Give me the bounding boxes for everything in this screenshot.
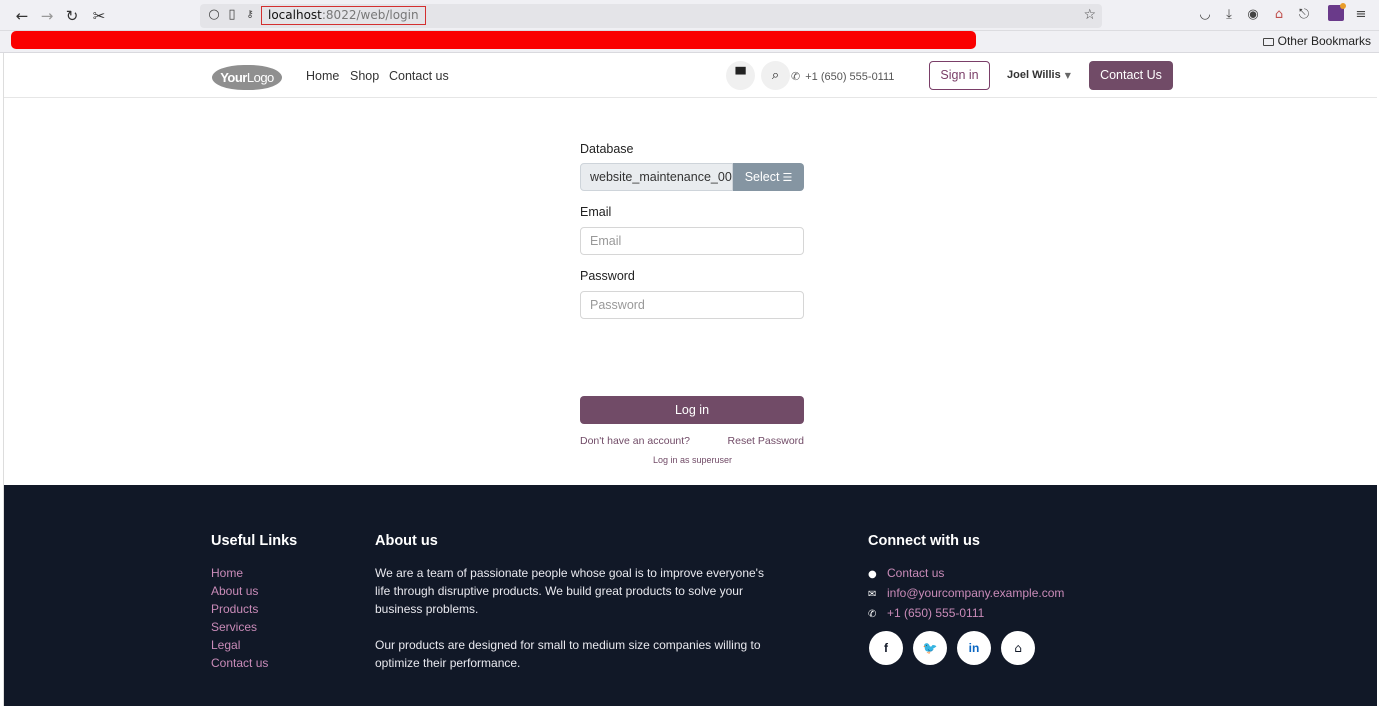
- reset-password-link[interactable]: Reset Password: [728, 435, 804, 447]
- reload-icon[interactable]: ↻: [62, 6, 82, 26]
- connection-icon[interactable]: ⚷: [242, 7, 258, 23]
- password-field[interactable]: [580, 291, 804, 319]
- footer-email-text: info@yourcompany.example.com: [887, 586, 1065, 600]
- share-icon[interactable]: ⎋: [1295, 6, 1313, 24]
- footer-link-legal[interactable]: Legal: [211, 636, 268, 654]
- header-phone[interactable]: ✆ +1 (650) 555-0111: [791, 70, 894, 83]
- address-bar[interactable]: ○ ▯ ⚷ localhost:8022/web/login ☆: [200, 4, 1102, 28]
- nav-contact-us[interactable]: Contact us: [389, 69, 449, 83]
- contact-us-button[interactable]: Contact Us: [1089, 61, 1173, 90]
- database-value: website_maintenance_00: [580, 163, 733, 191]
- sign-in-button[interactable]: Sign in: [929, 61, 990, 90]
- envelope-icon: ✉: [868, 589, 877, 600]
- extension-icon[interactable]: ⌂: [1270, 6, 1288, 24]
- nav-home[interactable]: Home: [306, 69, 339, 83]
- extension-tools-icon[interactable]: ✂: [89, 6, 109, 26]
- database-icon: ☰: [782, 171, 793, 184]
- redacted-bookmarks: [11, 31, 976, 49]
- linkedin-icon[interactable]: in: [957, 631, 991, 665]
- facebook-icon[interactable]: f: [869, 631, 903, 665]
- email-label: Email: [580, 205, 612, 219]
- useful-links-list: Home About us Products Services Legal Co…: [211, 564, 268, 672]
- site-footer: Useful Links Home About us Products Serv…: [4, 485, 1377, 706]
- select-label: Select: [744, 170, 780, 184]
- chevron-down-icon: ▼: [1064, 71, 1071, 80]
- user-name: Joel Willis: [1007, 69, 1061, 81]
- twitter-icon[interactable]: 🐦: [913, 631, 947, 665]
- url-path: :8022/web/login: [321, 8, 419, 22]
- extension-badge-icon[interactable]: [1328, 3, 1346, 21]
- pocket-icon[interactable]: ◡: [1196, 6, 1214, 24]
- superuser-link[interactable]: Log in as superuser: [653, 455, 732, 465]
- url-text[interactable]: localhost:8022/web/login: [261, 6, 426, 25]
- about-paragraph-2: Our products are designed for small to m…: [375, 638, 761, 670]
- forward-icon[interactable]: →: [37, 6, 57, 26]
- bookmarks-bar: Other Bookmarks: [0, 31, 1379, 53]
- footer-contact-us-text: Contact us: [887, 566, 945, 580]
- page: YourLogo Home Shop Contact us ▀ ⌕ ✆ +1 (6…: [3, 53, 1377, 706]
- chat-icon: ●: [868, 569, 877, 580]
- home-icon[interactable]: ⌂: [1001, 631, 1035, 665]
- about-paragraph-1: We are a team of passionate people whose…: [375, 566, 764, 616]
- useful-links-title: Useful Links: [211, 533, 298, 549]
- header-phone-text: +1 (650) 555-0111: [805, 71, 895, 83]
- select-database-button[interactable]: Select ☰: [733, 163, 804, 191]
- logo-light: Logo: [246, 70, 274, 85]
- email-field[interactable]: [580, 227, 804, 255]
- footer-link-contact[interactable]: Contact us: [211, 654, 268, 672]
- account-icon[interactable]: ◉: [1244, 6, 1262, 24]
- download-icon[interactable]: ⤓: [1220, 6, 1238, 24]
- connect-list: ● Contact us ✉ info@yourcompany.example.co…: [868, 564, 1064, 624]
- phone-icon: ✆: [791, 70, 801, 83]
- footer-email[interactable]: ✉ info@yourcompany.example.com: [868, 584, 1064, 604]
- footer-link-services[interactable]: Services: [211, 618, 268, 636]
- other-bookmarks-label: Other Bookmarks: [1277, 34, 1371, 48]
- connect-title: Connect with us: [868, 533, 980, 549]
- logo-bold: Your: [220, 70, 247, 85]
- bookmark-star-icon[interactable]: ☆: [1083, 7, 1096, 23]
- shield-icon[interactable]: ○: [206, 7, 222, 23]
- footer-phone-text: +1 (650) 555-0111: [887, 606, 985, 620]
- footer-link-home[interactable]: Home: [211, 564, 268, 582]
- footer-contact-us[interactable]: ● Contact us: [868, 564, 1064, 584]
- user-menu[interactable]: Joel Willis ▼: [1007, 69, 1071, 81]
- menu-icon[interactable]: ≡: [1352, 6, 1370, 24]
- footer-phone[interactable]: ✆ +1 (650) 555-0111: [868, 604, 1064, 624]
- page-icon: ▯: [228, 7, 236, 22]
- footer-link-about[interactable]: About us: [211, 582, 268, 600]
- about-title: About us: [375, 533, 438, 549]
- phone-icon: ✆: [868, 609, 877, 620]
- signup-link[interactable]: Don't have an account?: [580, 435, 690, 447]
- url-host: localhost: [268, 8, 322, 22]
- search-icon[interactable]: ⌕: [761, 61, 790, 90]
- nav-shop[interactable]: Shop: [350, 69, 379, 83]
- footer-link-products[interactable]: Products: [211, 600, 268, 618]
- folder-icon: [1262, 38, 1274, 46]
- browser-toolbar: ← → ↻ ✂ ○ ▯ ⚷ localhost:8022/web/login ☆…: [0, 0, 1379, 31]
- database-selector: website_maintenance_00 Select ☰: [580, 163, 804, 191]
- login-button[interactable]: Log in: [580, 396, 804, 424]
- database-label: Database: [580, 142, 634, 156]
- password-label: Password: [580, 269, 635, 283]
- site-logo[interactable]: YourLogo: [212, 65, 282, 90]
- back-icon[interactable]: ←: [12, 6, 32, 26]
- cart-icon[interactable]: ▀: [726, 61, 755, 90]
- other-bookmarks[interactable]: Other Bookmarks: [1262, 34, 1371, 48]
- site-header: YourLogo Home Shop Contact us ▀ ⌕ ✆ +1 (6…: [4, 53, 1377, 98]
